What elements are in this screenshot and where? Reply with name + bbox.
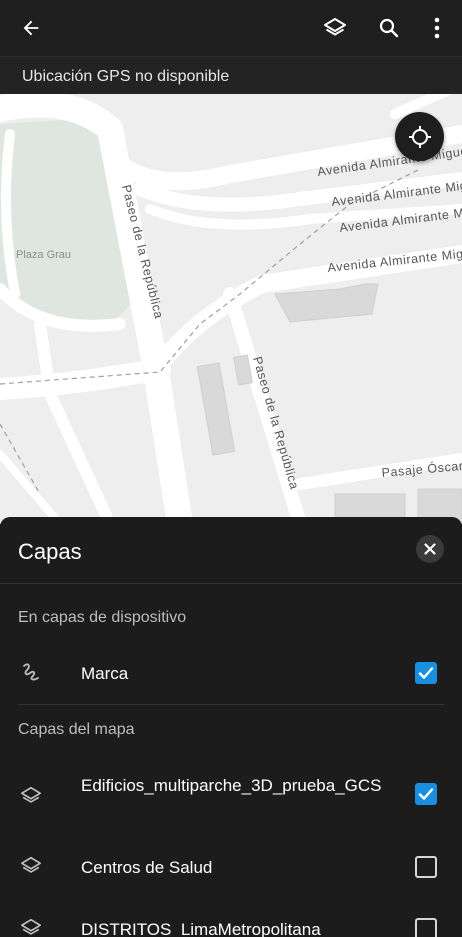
search-icon bbox=[379, 18, 399, 38]
layers-icon bbox=[324, 18, 346, 36]
divider bbox=[0, 583, 462, 584]
sheet-title: Capas bbox=[18, 539, 82, 564]
map-label-plaza: Plaza Grau bbox=[16, 249, 71, 261]
divider bbox=[18, 704, 444, 705]
more-vert-icon bbox=[434, 17, 440, 39]
layers-icon bbox=[18, 915, 44, 937]
section-map-layers: Capas del mapa bbox=[18, 721, 135, 738]
close-sheet-button[interactable] bbox=[416, 535, 444, 563]
map-view[interactable]: Avenida Almirante Migue Avenida Almirant… bbox=[0, 94, 462, 524]
arrow-left-icon bbox=[23, 20, 39, 36]
layer-row-centros-salud[interactable]: Centros de Salud bbox=[0, 849, 462, 885]
section-device-layers: En capas de dispositivo bbox=[18, 609, 187, 626]
layer-row-edificios[interactable]: Edificios_multiparche_3D_prueba_GCS bbox=[0, 773, 462, 819]
check-icon bbox=[418, 788, 434, 800]
layer-row-distritos[interactable]: DISTRITOS_LimaMetropolitana bbox=[0, 911, 462, 937]
layer-label: Marca bbox=[81, 664, 129, 683]
crosshair-icon bbox=[408, 125, 431, 148]
more-options-button[interactable] bbox=[417, 8, 457, 48]
layers-icon bbox=[18, 783, 44, 809]
layer-row-marca[interactable]: Marca bbox=[0, 655, 462, 691]
app-bar bbox=[0, 0, 462, 56]
my-location-button[interactable] bbox=[395, 112, 444, 161]
layer-label: Edificios_multiparche_3D_prueba_GCS bbox=[81, 776, 382, 795]
layers-sheet: Capas En capas de dispositivo Marca Capa… bbox=[0, 517, 462, 937]
layer-checkbox-marca[interactable] bbox=[415, 662, 437, 684]
map-canvas[interactable]: Avenida Almirante Migue Avenida Almirant… bbox=[0, 94, 462, 524]
layer-label: DISTRITOS_LimaMetropolitana bbox=[81, 920, 321, 937]
gps-status-bar: Ubicación GPS no disponible bbox=[0, 56, 462, 94]
squiggle-icon bbox=[18, 659, 44, 685]
close-icon bbox=[424, 543, 436, 555]
layer-checkbox-distritos[interactable] bbox=[415, 918, 437, 937]
layers-icon bbox=[18, 853, 44, 879]
search-button[interactable] bbox=[369, 8, 409, 48]
layers-button[interactable] bbox=[315, 8, 355, 48]
layer-label: Centros de Salud bbox=[81, 858, 213, 877]
check-icon bbox=[418, 667, 434, 679]
gps-status-text: Ubicación GPS no disponible bbox=[22, 68, 230, 85]
layer-checkbox-edificios[interactable] bbox=[415, 783, 437, 805]
layer-checkbox-centros-salud[interactable] bbox=[415, 856, 437, 878]
back-button[interactable] bbox=[11, 8, 51, 48]
